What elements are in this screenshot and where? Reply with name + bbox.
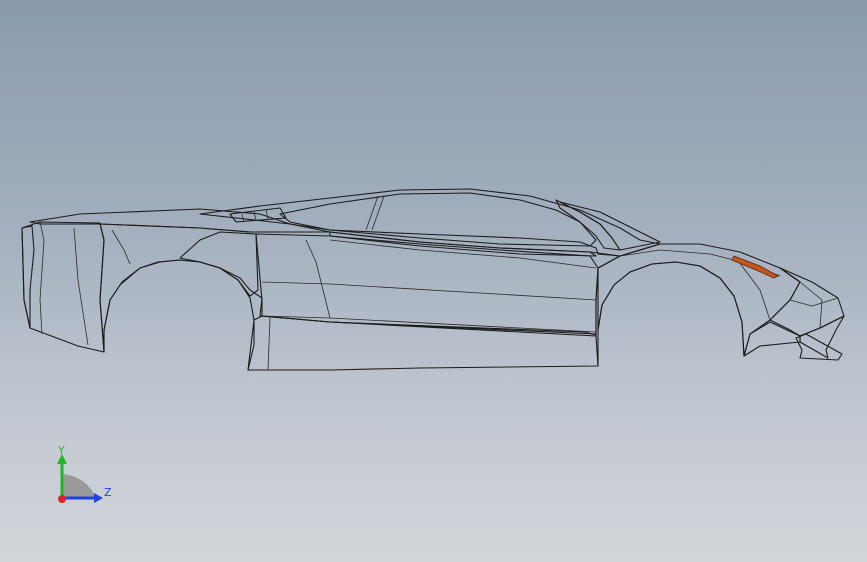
headlight-accent <box>731 255 779 279</box>
model-edge <box>619 249 781 277</box>
front-fender <box>597 243 801 357</box>
model-edge <box>789 297 839 307</box>
rocker-panel <box>247 315 599 371</box>
model-edge <box>371 195 385 231</box>
triad-z-label: Z <box>104 486 112 499</box>
model-edge <box>39 221 45 335</box>
model-edge <box>261 281 597 301</box>
front-splitter-blade <box>795 333 843 361</box>
car-body-model[interactable] <box>0 0 867 562</box>
model-edge <box>267 317 271 371</box>
model-edge <box>241 213 245 223</box>
triad-y-label: Y <box>57 444 65 457</box>
front-wheel-arch <box>597 261 745 367</box>
rear-tail-face <box>21 225 35 329</box>
roof <box>199 188 661 257</box>
model-edge <box>261 315 597 333</box>
model-edge <box>365 195 379 231</box>
rear-wheel-arch <box>103 259 255 371</box>
graphics-viewport[interactable]: Y Z <box>0 0 867 562</box>
view-orientation-triad[interactable]: Y Z <box>40 440 130 520</box>
front-bumper <box>769 267 845 337</box>
model-edge <box>265 209 269 220</box>
model-edge <box>111 229 131 265</box>
windshield-edge <box>555 199 621 251</box>
triad-x-axis <box>58 495 66 503</box>
triad-plane-shade <box>62 474 96 498</box>
model-edge <box>305 239 331 319</box>
triad-z-arrow <box>94 493 103 503</box>
model-edge <box>799 281 823 329</box>
door-panel <box>255 233 599 335</box>
rear-bumper <box>21 221 105 353</box>
front-lip <box>743 321 801 357</box>
model-edge <box>73 227 89 346</box>
